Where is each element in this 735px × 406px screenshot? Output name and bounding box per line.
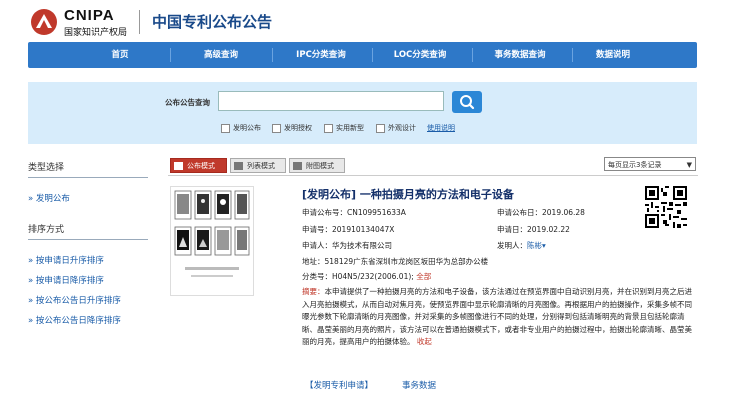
option-label: 外观设计	[388, 124, 416, 132]
class-value: H04N5/232(2006.01);	[332, 272, 414, 281]
qr-code-icon	[645, 186, 687, 228]
sidebar-item-invention-publication[interactable]: 发明公布	[28, 192, 148, 204]
abstract-label: 摘要：	[302, 287, 325, 296]
main-nav: 首页 高级查询 IPC分类查询 LOC分类查询 事务数据查询 数据说明	[28, 42, 697, 68]
search-input[interactable]	[218, 91, 444, 111]
per-page-select[interactable]: 每页显示3条记录 ▼	[604, 157, 696, 171]
pub-date-label: 申请公布日：	[497, 208, 542, 217]
option-label: 实用新型	[336, 124, 364, 132]
sidebar: 类型选择 发明公布 排序方式 按申请日升序排序 按申请日降序排序 按公布公告日升…	[28, 160, 148, 326]
tab-label: 附图模式	[306, 162, 334, 170]
pub-no-label: 申请公布号：	[302, 208, 347, 217]
patent-title[interactable]: [发明公布] 一种拍摄月亮的方法和电子设备	[302, 186, 514, 202]
pub-date-field: 申请公布日：2019.06.28	[497, 207, 585, 218]
sidebar-divider	[28, 177, 148, 178]
nav-separator	[472, 48, 473, 62]
nav-ipc-search[interactable]: IPC分类查询	[296, 42, 346, 68]
checkbox[interactable]	[221, 123, 230, 133]
sort-pub-date-asc[interactable]: 按公布公告日升序排序	[28, 294, 148, 306]
help-link[interactable]: 使用说明	[427, 123, 455, 133]
app-no-value: 201910134047X	[332, 225, 395, 234]
tab-list-mode[interactable]: 列表模式	[230, 158, 286, 173]
app-date-label: 申请日：	[497, 225, 527, 234]
tab-figure-mode[interactable]: 附图模式	[289, 158, 345, 173]
nav-separator	[272, 48, 273, 62]
abstract-text: 本申请提供了一种拍摄月亮的方法和电子设备，该方法通过在预览界面中自动识别月亮，并…	[302, 287, 692, 347]
cnipa-logo-icon	[31, 9, 57, 35]
address-field: 地址：518129广东省深圳市龙岗区坂田华为总部办公楼	[302, 256, 488, 267]
search-panel: 公布公告查询 发明公布 发明授权 实用新型 外观设计 使用说明	[28, 82, 697, 144]
site-header: CNIPA 国家知识产权局 中国专利公布公告	[0, 0, 735, 42]
nav-separator	[170, 48, 171, 62]
nav-advanced-search[interactable]: 高级查询	[204, 42, 238, 68]
option-invention-publication[interactable]: 发明公布	[221, 123, 261, 133]
document-icon	[174, 162, 183, 170]
tab-label: 列表模式	[247, 162, 275, 170]
class-all-link[interactable]: 全部	[416, 272, 431, 281]
app-date-value: 2019.02.22	[527, 225, 570, 234]
search-button[interactable]	[452, 91, 482, 113]
address-label: 地址：	[302, 257, 325, 266]
patent-drawing-thumbnail[interactable]	[170, 186, 254, 296]
search-label: 公布公告查询	[165, 98, 210, 107]
app-no-field: 申请号：201910134047X	[302, 224, 394, 235]
applicant-label: 申请人：	[302, 241, 332, 250]
chevron-down-icon: ▼	[686, 161, 692, 169]
checkbox[interactable]	[324, 123, 333, 133]
class-field: 分类号：H04N5/232(2006.01); 全部	[302, 271, 431, 282]
applicant-field: 申请人：华为技术有限公司	[302, 240, 392, 251]
option-design[interactable]: 外观设计	[376, 123, 416, 133]
tab-publication-mode[interactable]: 公布模式	[170, 158, 227, 173]
per-page-value: 每页显示3条记录	[608, 161, 662, 169]
class-label: 分类号：	[302, 272, 332, 281]
collapse-link[interactable]: 收起	[417, 337, 432, 346]
inventor-label: 发明人：	[497, 241, 527, 250]
invention-application-link[interactable]: 【发明专利申请】	[305, 379, 373, 391]
logo-text-en: CNIPA	[64, 7, 115, 24]
nav-separator	[572, 48, 573, 62]
checkbox[interactable]	[272, 123, 281, 133]
nav-data-description[interactable]: 数据说明	[596, 42, 630, 68]
option-label: 发明授权	[284, 124, 312, 132]
caret-down-icon[interactable]: ▾	[542, 241, 546, 250]
nav-loc-search[interactable]: LOC分类查询	[394, 42, 447, 68]
applicant-value: 华为技术有限公司	[332, 241, 392, 250]
image-icon	[293, 162, 302, 170]
logo-text-cn: 国家知识产权局	[64, 28, 128, 38]
inventor-field: 发明人：陈彬▾	[497, 240, 546, 251]
pub-date-value: 2019.06.28	[542, 208, 585, 217]
pub-no-value: CN109951633A	[347, 208, 406, 217]
pub-no-field: 申请公布号：CN109951633A	[302, 207, 406, 218]
tab-label: 公布模式	[187, 162, 215, 170]
address-value: 518129广东省深圳市龙岗区坂田华为总部办公楼	[324, 257, 489, 266]
app-no-label: 申请号：	[302, 225, 332, 234]
patent-drawing-image	[174, 190, 250, 277]
option-invention-grant[interactable]: 发明授权	[272, 123, 312, 133]
affairs-data-link[interactable]: 事务数据	[402, 379, 436, 391]
list-divider	[168, 175, 698, 176]
list-icon	[234, 162, 243, 170]
site-title: 中国专利公布公告	[152, 13, 273, 31]
nav-separator	[372, 48, 373, 62]
nav-home[interactable]: 首页	[111, 42, 128, 68]
sort-pub-date-desc[interactable]: 按公布公告日降序排序	[28, 314, 148, 326]
app-date-field: 申请日：2019.02.22	[497, 224, 570, 235]
option-label: 发明公布	[233, 124, 261, 132]
option-utility-model[interactable]: 实用新型	[324, 123, 364, 133]
sidebar-divider	[28, 239, 148, 240]
abstract: 摘要：本申请提供了一种拍摄月亮的方法和电子设备，该方法通过在预览界面中自动识别月…	[302, 286, 697, 349]
header-divider	[139, 10, 140, 34]
sort-app-date-desc[interactable]: 按申请日降序排序	[28, 274, 148, 286]
search-icon	[460, 95, 475, 110]
sort-heading: 排序方式	[28, 225, 65, 235]
inventor-link[interactable]: 陈彬	[527, 241, 542, 250]
checkbox[interactable]	[376, 123, 385, 133]
type-heading: 类型选择	[28, 163, 65, 173]
sort-app-date-asc[interactable]: 按申请日升序排序	[28, 254, 148, 266]
nav-affairs-search[interactable]: 事务数据查询	[494, 42, 545, 68]
